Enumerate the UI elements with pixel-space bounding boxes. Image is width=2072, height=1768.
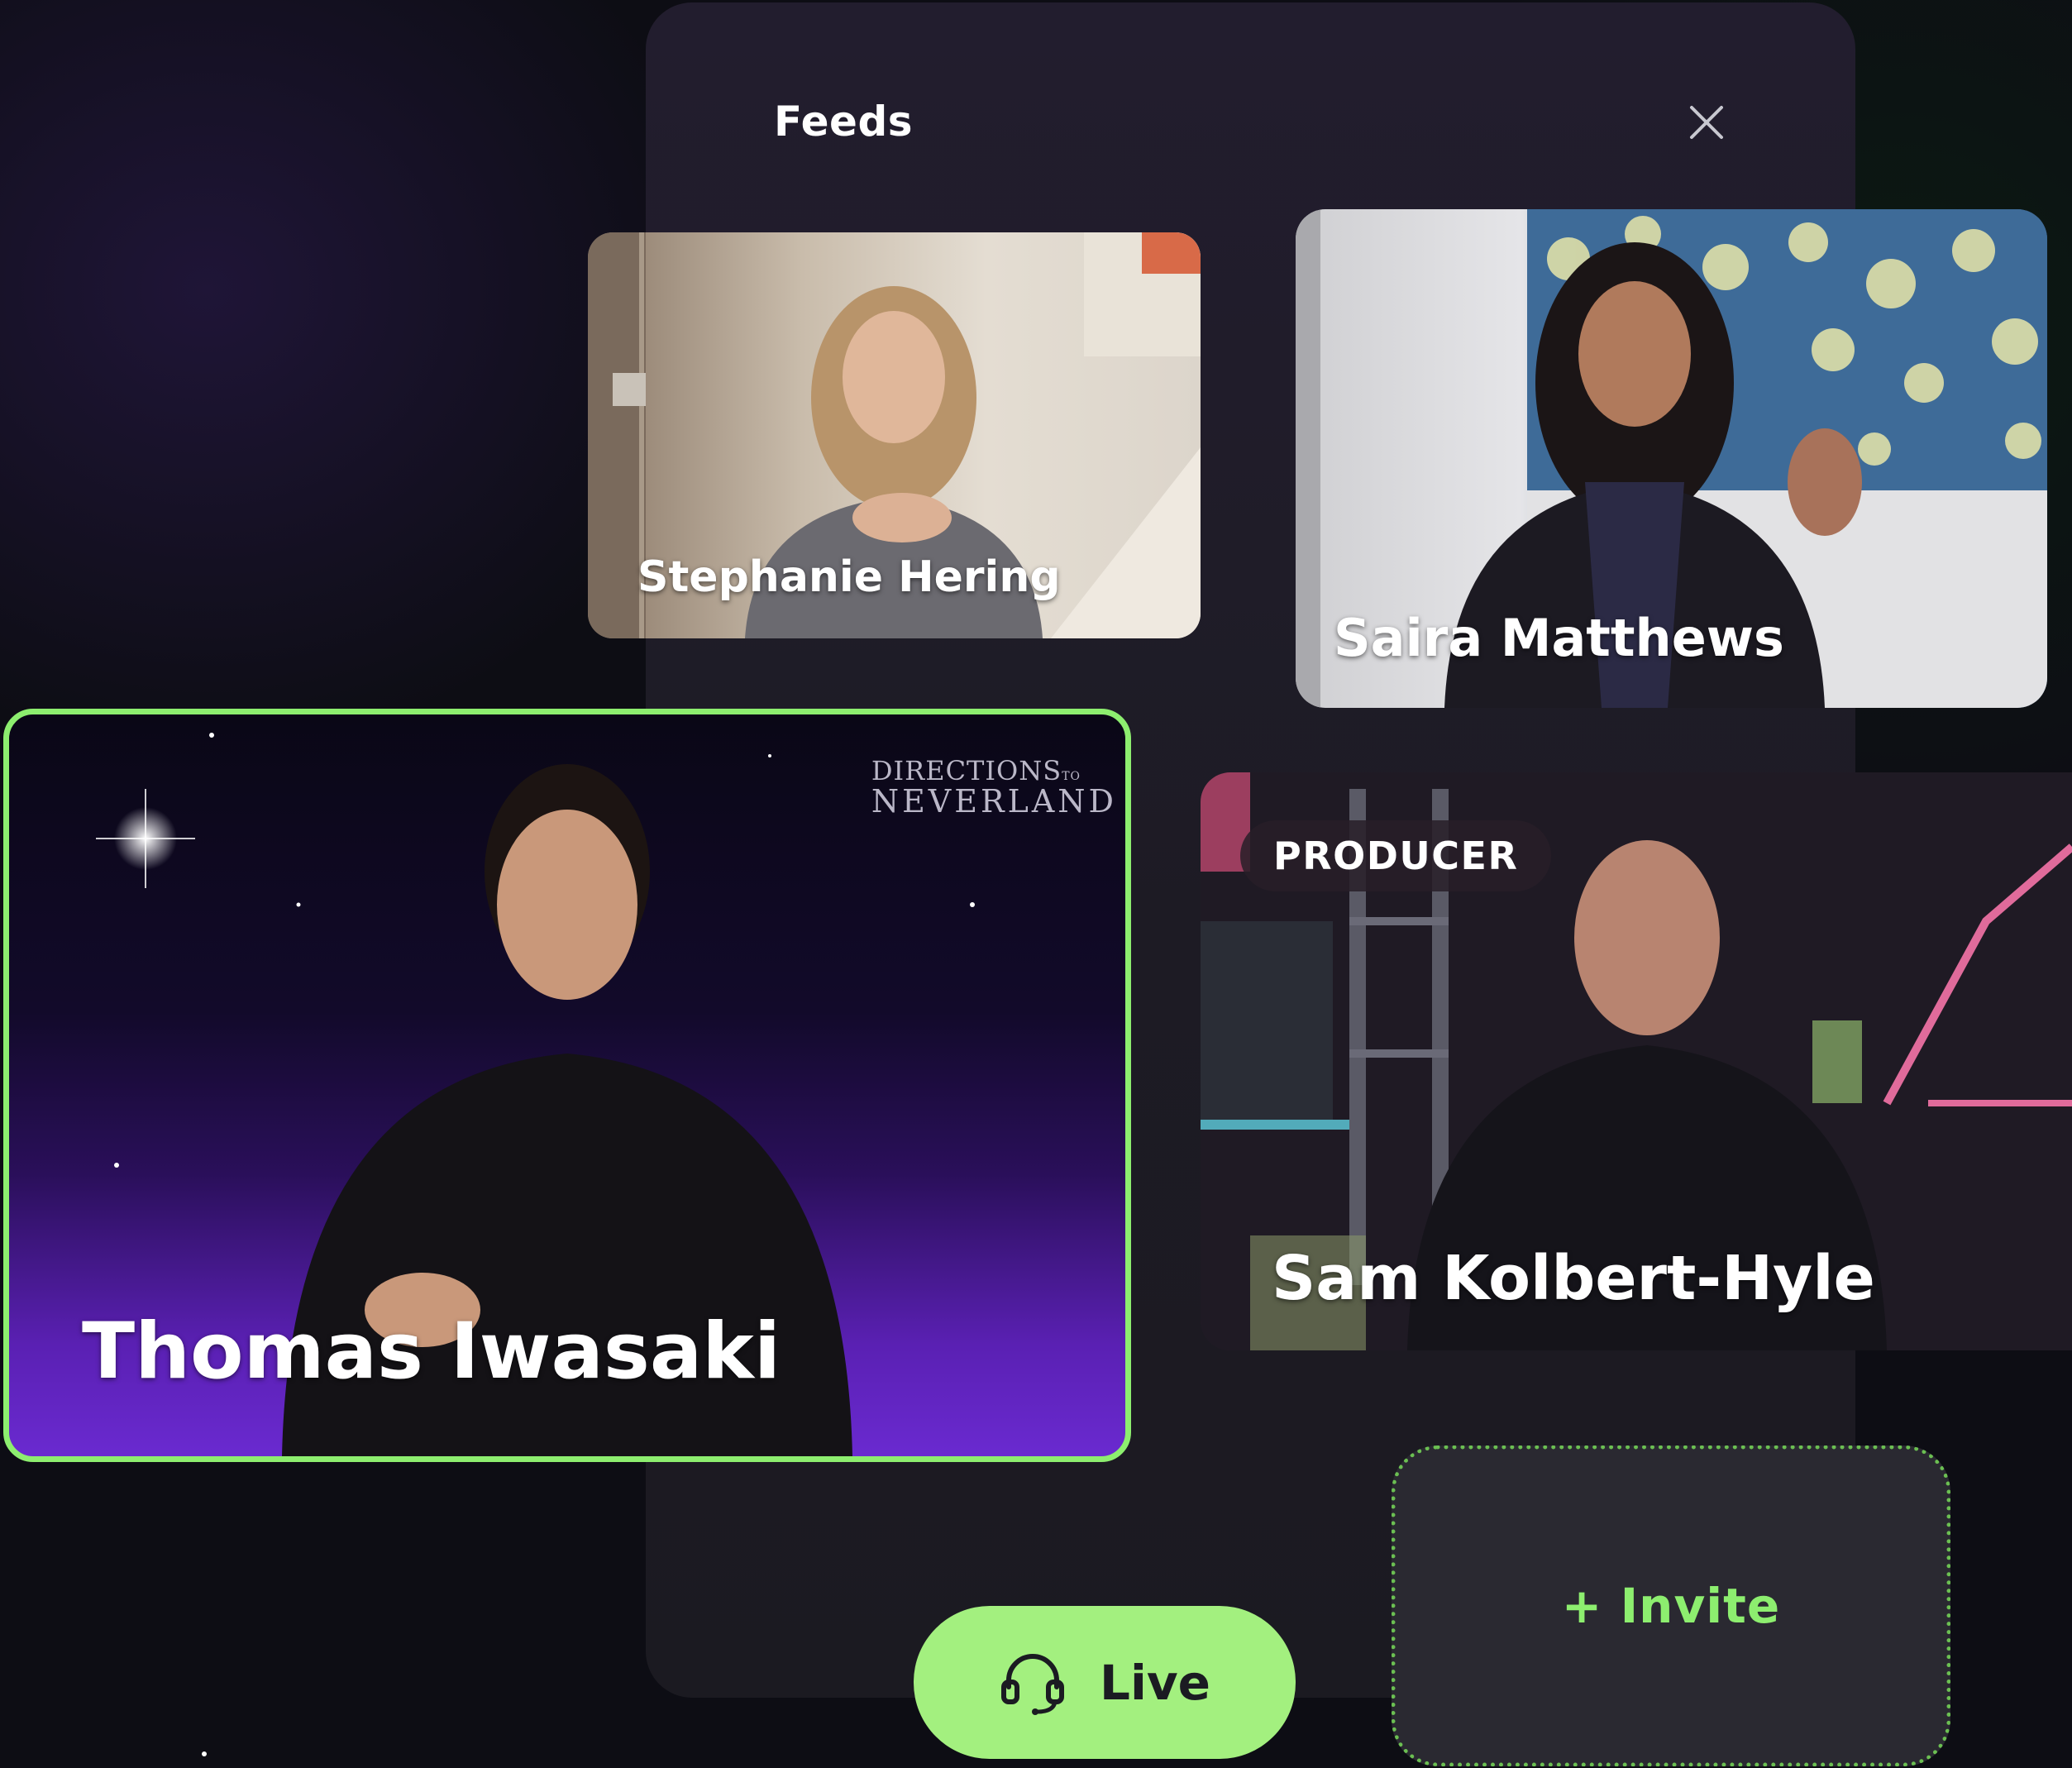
feed-tile-thomas-iwasaki[interactable]: DIRECTIONSTO NEVERLAND Thomas Iwasaki xyxy=(3,709,1131,1462)
invite-button[interactable]: + Invite xyxy=(1392,1445,1950,1766)
feed-tile-sam-kolbert-hyle[interactable]: PRODUCER Sam Kolbert-Hyle xyxy=(1201,772,2072,1350)
participant-name: Saira Matthews xyxy=(1334,608,1784,668)
panel-title: Feeds xyxy=(774,98,914,146)
participant-name: Stephanie Hering xyxy=(637,552,1061,602)
participant-name: Thomas Iwasaki xyxy=(82,1307,781,1397)
feed-tile-saira-matthews[interactable]: Saira Matthews xyxy=(1296,209,2047,708)
live-label: Live xyxy=(1100,1654,1210,1711)
participant-name: Sam Kolbert-Hyle xyxy=(1272,1243,1875,1314)
close-icon[interactable] xyxy=(1687,103,1726,142)
background-star xyxy=(202,1751,207,1756)
role-badge: PRODUCER xyxy=(1240,820,1552,891)
invite-label: + Invite xyxy=(1561,1578,1781,1634)
feed-tile-stephanie-hering[interactable]: Stephanie Hering xyxy=(588,232,1201,638)
headset-icon xyxy=(1001,1653,1064,1715)
live-button[interactable]: Live xyxy=(914,1606,1296,1759)
brand-watermark: DIRECTIONSTO NEVERLAND xyxy=(871,755,1117,819)
